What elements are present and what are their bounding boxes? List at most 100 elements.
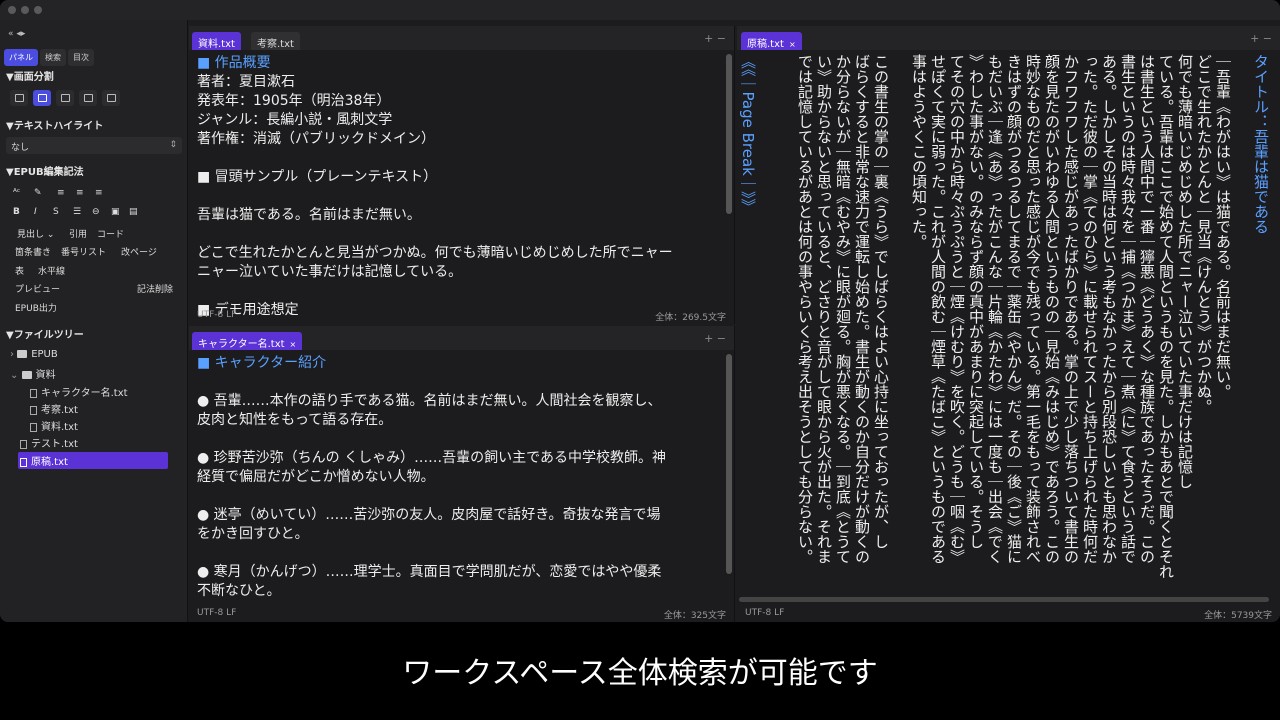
- encoding-label: UTF-8 LF: [197, 310, 237, 320]
- horizontal-rule-button[interactable]: 水平線: [35, 262, 68, 277]
- tree-folder-shiryo[interactable]: ⌄ 資料: [10, 366, 56, 381]
- strike-icon[interactable]: S: [50, 205, 62, 220]
- align-right-icon[interactable]: ≡: [92, 186, 106, 201]
- section-tree-heading[interactable]: ▼ファイルツリー: [6, 326, 84, 341]
- tree-file-shiryo[interactable]: 資料.txt: [30, 418, 78, 433]
- vertical-column: [1232, 54, 1251, 614]
- align-left-icon[interactable]: ≡: [54, 186, 68, 201]
- split-three-icon[interactable]: [56, 90, 74, 106]
- vertical-column: かフワフワした感じがあったばかりである。掌の上で少し落ちついて書生の: [1062, 54, 1080, 564]
- horizontal-scrollbar[interactable]: [739, 597, 1269, 602]
- status-bar: UTF-8 LF 全体：5739文字: [737, 604, 1280, 622]
- tab-toc[interactable]: 目次: [68, 49, 94, 66]
- zoom-window-icon[interactable]: [34, 6, 42, 14]
- vertical-column: ばらくすると非常な速力で運転し始めた。書生が動くのか自分だけが動くの: [853, 54, 871, 564]
- epub-export-button[interactable]: EPUB出力: [12, 299, 60, 314]
- text-line: 皮肉と知性をもって語る存在。: [197, 412, 393, 428]
- tree-label: キャラクター名.txt: [41, 388, 128, 399]
- section-split-heading[interactable]: ▼画面分割: [6, 68, 54, 83]
- vertical-column: てその穴の中から時々ぷうぷうと｜煙《けむり》を吹く。どうも｜咽《む》: [948, 54, 966, 564]
- file-icon: [30, 422, 37, 432]
- video-caption: ワークスペース全体検索が可能です: [402, 656, 878, 691]
- media-icon[interactable]: ▤: [126, 205, 141, 220]
- tab-bar: 原稿.txt × + −: [737, 26, 1280, 50]
- pane-add-remove-icon[interactable]: + −: [1250, 32, 1272, 45]
- vertical-column: [757, 54, 776, 614]
- split-grid-icon[interactable]: [102, 90, 120, 106]
- vertical-column: 《《｜Page Break｜》》: [739, 54, 757, 214]
- vertical-column: 事はようやくこの頃知った。: [910, 54, 928, 249]
- vertical-column: [890, 54, 909, 614]
- sidebar: « ◂▸ パネル 検索 目次 ▼画面分割 ▼テキストハイライト なし ⇕ ▼EPU…: [0, 20, 188, 622]
- tab-panel[interactable]: パネル: [4, 49, 38, 66]
- vertical-column: ある。しかしその当時は何という考もなかったから別段恐しいとも思わなか: [1100, 54, 1118, 564]
- pen-icon[interactable]: ✎: [31, 186, 45, 201]
- code-button[interactable]: コード: [94, 225, 127, 240]
- file-tab-kousatsu[interactable]: 考察.txt: [251, 32, 300, 50]
- bold-icon[interactable]: B: [10, 205, 23, 220]
- link-icon[interactable]: ⊖: [89, 205, 103, 220]
- tab-label: キャラクター名.txt: [198, 339, 285, 350]
- close-tab-icon[interactable]: ×: [290, 340, 297, 349]
- tree-file-kousatsu[interactable]: 考察.txt: [30, 401, 78, 416]
- file-tab-character[interactable]: キャラクター名.txt ×: [192, 332, 303, 350]
- text-line: をかき回すひと。: [197, 526, 309, 542]
- vertical-column: った。ただ彼の｜掌《てのひら》に載せられてスーと持ち上げられた時何だ: [1081, 54, 1099, 564]
- image-icon[interactable]: ▣: [108, 205, 123, 220]
- close-window-icon[interactable]: [8, 6, 16, 14]
- tree-file-genko[interactable]: 原稿.txt: [18, 452, 168, 469]
- editor-text[interactable]: ■ 作品概要 著者：夏目漱石 発表年：1905年（明治38年） ジャンル：長編小…: [197, 54, 673, 320]
- page-break-button[interactable]: 改ページ: [118, 243, 160, 258]
- file-tab-shiryo[interactable]: 資料.txt: [192, 32, 241, 50]
- scrollbar[interactable]: [726, 54, 732, 214]
- file-tab-genko[interactable]: 原稿.txt ×: [741, 32, 802, 50]
- editor-text[interactable]: ■ キャラクター紹介 ● 吾輩……本作の語り手である猫。名前はまだ無い。人間社会…: [197, 354, 666, 601]
- pane-add-remove-icon[interactable]: + −: [704, 32, 726, 45]
- status-bar: UTF-8 LF 全体：325文字: [189, 604, 734, 622]
- section-epub-heading[interactable]: ▼EPUB編集記法: [6, 163, 84, 178]
- tree-folder-epub[interactable]: › EPUB: [10, 349, 58, 360]
- highlight-select[interactable]: なし ⇕: [6, 137, 182, 154]
- vertical-column: きはずの顔がつるつるしてまるで｜薬缶《やかん》だ。その｜後《ご》猫に: [1005, 54, 1023, 564]
- remove-markup-button[interactable]: 記法削除: [134, 280, 176, 295]
- split-two-icon[interactable]: [33, 90, 51, 106]
- close-tab-icon[interactable]: ×: [789, 40, 796, 49]
- pane-add-remove-icon[interactable]: + −: [704, 332, 726, 345]
- vertical-column: タイトル：吾輩は猫である: [1252, 54, 1270, 234]
- vertical-editor-text[interactable]: タイトル：吾輩は猫である ｜吾輩《わがはい》は猫である。名前はまだ無い。 どこで生れ…: [737, 54, 1270, 614]
- editor-pane-bottom: キャラクター名.txt × + − ■ キャラクター紹介 ● 吾輩……本作の語り手…: [189, 326, 735, 622]
- vertical-column: ている。吾輩はここで始めて人間というものを見た。しかもあとで聞くとそれ: [1157, 54, 1175, 579]
- scrollbar[interactable]: [726, 354, 732, 574]
- preview-button[interactable]: プレビュー: [12, 280, 63, 295]
- vertical-column: 》わした事がない。のみならず顔の真中があまりに突起している。そうし: [967, 54, 985, 549]
- quote-button[interactable]: 引用: [66, 225, 90, 240]
- minimize-window-icon[interactable]: [21, 6, 29, 14]
- heading-dropdown[interactable]: 見出し ⌄: [14, 225, 57, 240]
- section-highlight-heading[interactable]: ▼テキストハイライト: [6, 117, 103, 132]
- bullet-list-button[interactable]: 箇条書き: [12, 243, 54, 258]
- text-line: 吾輩は猫である。名前はまだ無い。: [197, 207, 421, 223]
- tab-label: 資料.txt: [198, 39, 235, 50]
- tree-file-test[interactable]: テスト.txt: [20, 435, 78, 450]
- table-button[interactable]: 表: [12, 262, 27, 277]
- split-horizontal-icon[interactable]: [79, 90, 97, 106]
- text-line: 著作権：消滅（パブリックドメイン）: [197, 131, 435, 147]
- list-icon[interactable]: ☰: [70, 205, 84, 220]
- italic-icon[interactable]: I: [31, 205, 40, 220]
- numbered-list-button[interactable]: 番号リスト: [58, 243, 109, 258]
- text-line: ● 吾輩……本作の語り手である猫。名前はまだ無い。人間社会を観察し、: [197, 393, 662, 409]
- vertical-column: どこで生れたかとんと｜見当《けんとう》がつかぬ。: [1195, 54, 1213, 414]
- sidebar-collapse-icon[interactable]: « ◂▸: [8, 29, 25, 39]
- split-single-icon[interactable]: [10, 90, 28, 106]
- tree-file-character[interactable]: キャラクター名.txt: [30, 384, 128, 399]
- tab-search[interactable]: 検索: [40, 49, 66, 66]
- text-line: 経質で偏屈だがどこか憎めない人物。: [197, 469, 435, 485]
- align-center-icon[interactable]: ≡: [73, 186, 87, 201]
- ruby-icon[interactable]: ᴬᶜ: [10, 186, 23, 201]
- file-icon: [20, 457, 27, 467]
- vertical-column: 時妙なものだと思った感じが今でも残っている。第一毛をもって装飾されべ: [1024, 54, 1042, 564]
